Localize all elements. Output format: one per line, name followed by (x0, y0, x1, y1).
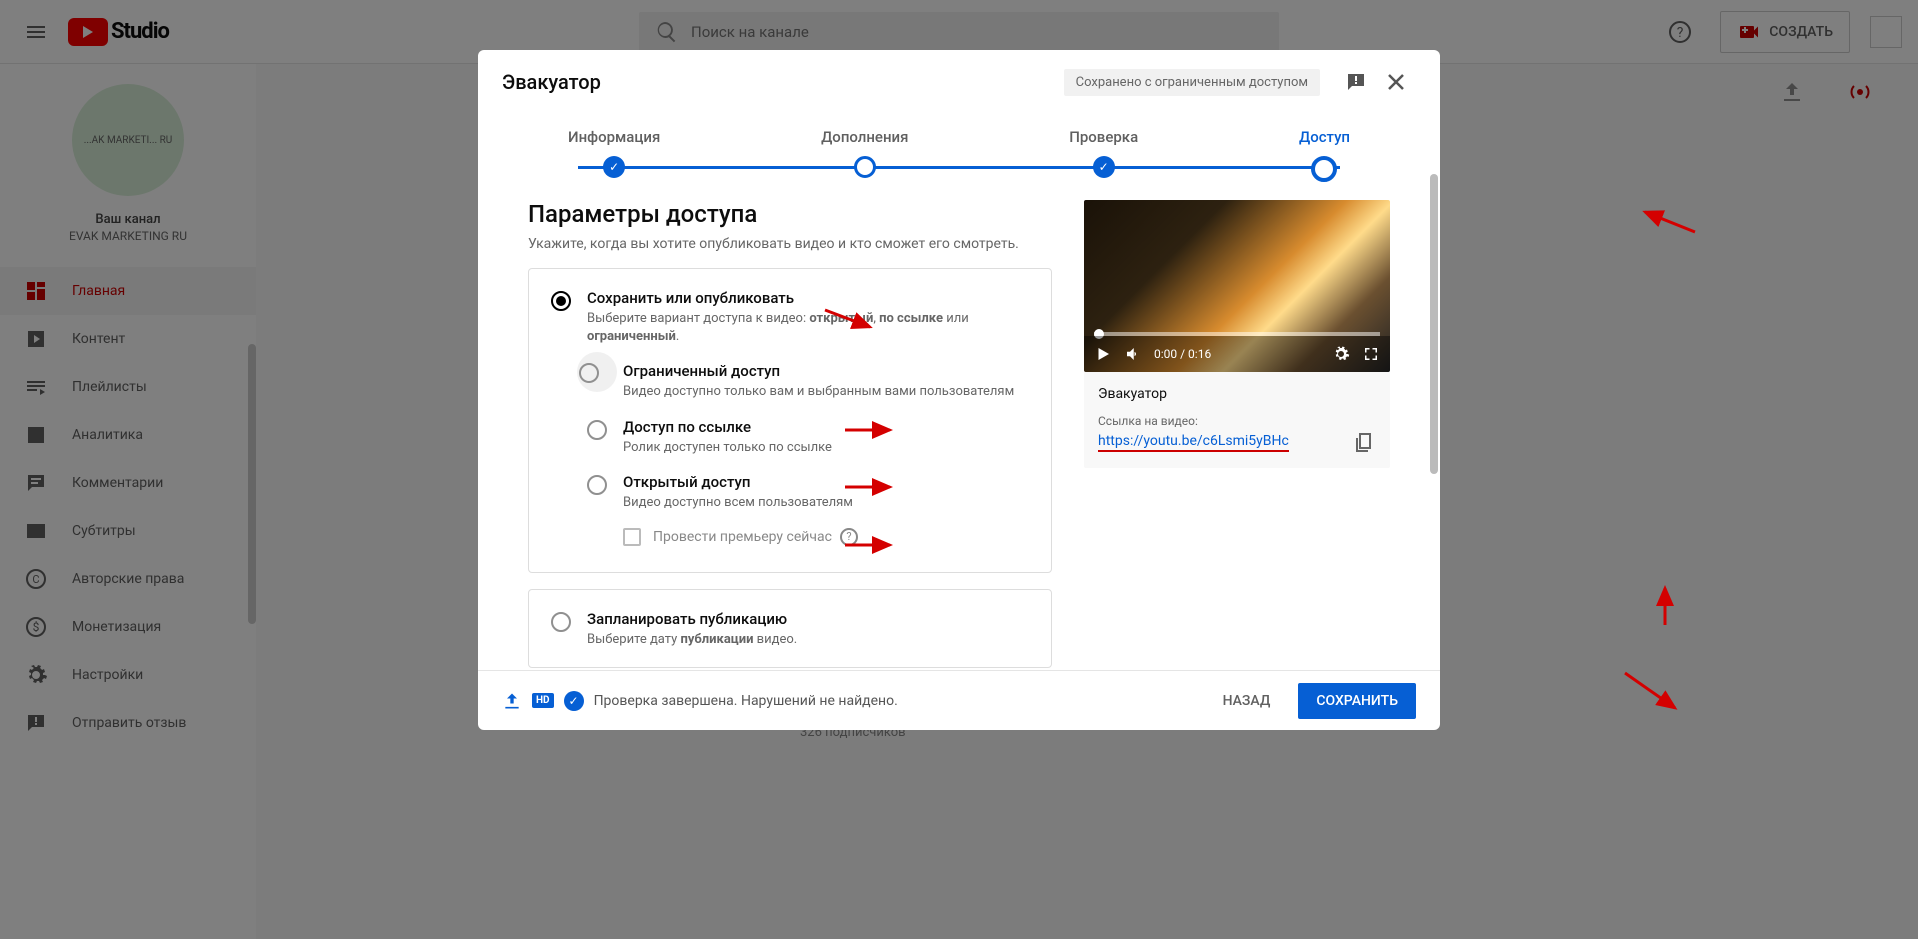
video-link[interactable]: https://youtu.be/c6Lsmi5yBHc (1098, 433, 1289, 452)
premiere-checkbox[interactable]: Провести премьеру сейчас ? (623, 528, 1029, 546)
radio-save-publish[interactable]: Сохранить или опубликовать Выберите вари… (551, 289, 1029, 346)
section-subheading: Укажите, когда вы хотите опубликовать ви… (528, 236, 1052, 252)
radio-private[interactable]: Ограниченный доступВидео доступно только… (587, 362, 1029, 401)
step-info[interactable]: Информация✓ (568, 128, 660, 182)
section-heading: Параметры доступа (528, 200, 1052, 228)
dialog-footer: HD ✓ Проверка завершена. Нарушений не на… (478, 670, 1440, 730)
step-additions[interactable]: Дополнения (821, 128, 908, 182)
preview-title: Эвакуатор (1098, 386, 1376, 402)
schedule-box: Запланировать публикацию Выберите дату п… (528, 589, 1052, 668)
stepper: Информация✓ Дополнения Проверка✓ Доступ (478, 114, 1440, 186)
dialog-scrollbar[interactable] (1428, 114, 1440, 670)
save-button[interactable]: СОХРАНИТЬ (1298, 683, 1416, 719)
radio-icon (551, 612, 571, 632)
copy-icon[interactable] (1352, 430, 1376, 454)
volume-icon[interactable] (1124, 345, 1142, 363)
feedback-icon[interactable] (1336, 62, 1376, 102)
visibility-box: Сохранить или опубликовать Выберите вари… (528, 268, 1052, 573)
upload-done-icon (502, 691, 522, 711)
back-button[interactable]: НАЗАД (1207, 683, 1287, 719)
radio-icon (579, 363, 599, 383)
fullscreen-icon[interactable] (1362, 345, 1380, 363)
checkbox-icon (623, 528, 641, 546)
help-icon[interactable]: ? (840, 528, 858, 546)
radio-icon (587, 420, 607, 440)
play-icon[interactable] (1094, 345, 1112, 363)
step-check[interactable]: Проверка✓ (1069, 128, 1138, 182)
radio-icon (551, 291, 571, 311)
dialog-title: Эвакуатор (502, 70, 1064, 94)
radio-schedule[interactable]: Запланировать публикацию Выберите дату п… (551, 610, 1029, 649)
upload-dialog: Эвакуатор Сохранено с ограниченным досту… (478, 50, 1440, 730)
check-icon: ✓ (564, 691, 584, 711)
step-visibility[interactable]: Доступ (1299, 128, 1350, 182)
settings-icon[interactable] (1332, 345, 1350, 363)
preview-time: 0:00 / 0:16 (1154, 347, 1211, 361)
modal-overlay: Эвакуатор Сохранено с ограниченным досту… (0, 0, 1918, 939)
preview-meta: Эвакуатор Ссылка на видео: https://youtu… (1084, 372, 1390, 468)
dialog-body: Параметры доступа Укажите, когда вы хоти… (478, 186, 1440, 670)
dialog-header: Эвакуатор Сохранено с ограниченным досту… (478, 50, 1440, 114)
hd-badge: HD (532, 693, 554, 708)
footer-status: Проверка завершена. Нарушений не найдено… (594, 693, 898, 709)
video-preview[interactable]: 0:00 / 0:16 (1084, 200, 1390, 372)
save-status-badge: Сохранено с ограниченным доступом (1064, 69, 1320, 96)
radio-unlisted[interactable]: Доступ по ссылкеРолик доступен только по… (587, 418, 1029, 457)
radio-public[interactable]: Открытый доступВидео доступно всем польз… (587, 473, 1029, 512)
link-label: Ссылка на видео: (1098, 414, 1376, 428)
close-icon[interactable] (1376, 62, 1416, 102)
radio-icon (587, 475, 607, 495)
